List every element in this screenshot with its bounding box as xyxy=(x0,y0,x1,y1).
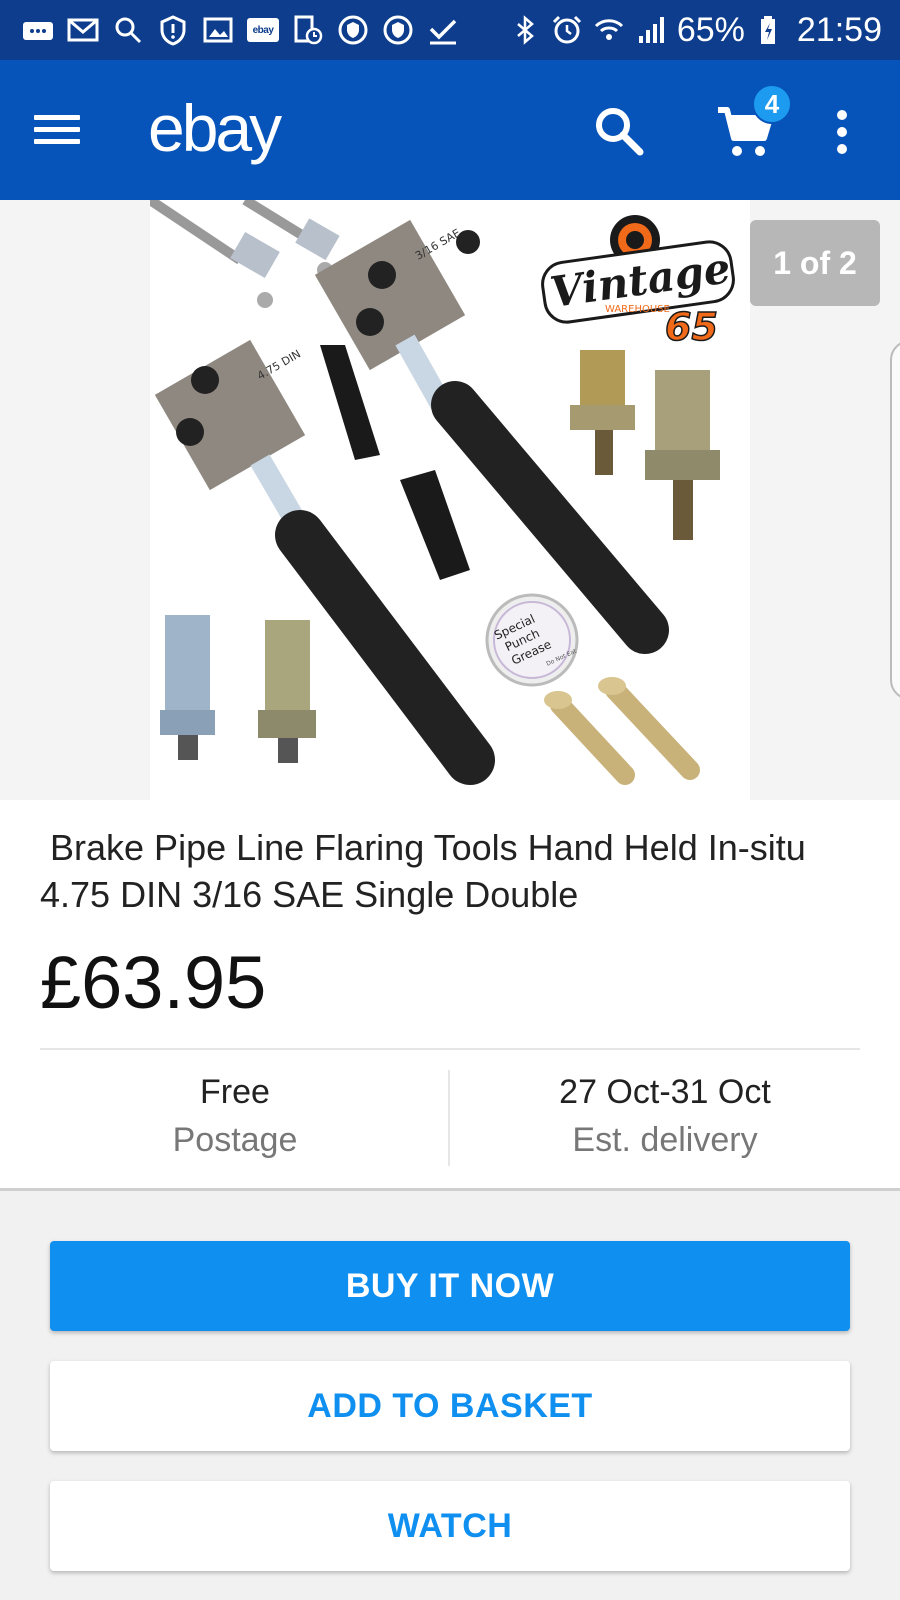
delivery-value: 27 Oct-31 Oct xyxy=(559,1073,771,1111)
delivery-label: Est. delivery xyxy=(572,1121,758,1159)
buy-it-now-button[interactable]: BUY IT NOW xyxy=(50,1241,850,1331)
gmail-icon xyxy=(67,14,99,46)
ebay-icon: ebay xyxy=(247,18,279,42)
app-bar: ebay xyxy=(0,60,900,200)
more-vert-icon xyxy=(837,110,847,120)
battery-percent: 65% xyxy=(676,11,745,49)
chat-icon xyxy=(22,14,54,46)
vpn-shield-icon xyxy=(382,14,414,46)
image-icon xyxy=(202,14,234,46)
search-icon xyxy=(112,14,144,46)
alarm-icon xyxy=(551,14,583,46)
signal-icon xyxy=(635,14,667,46)
item-details: Brake Pipe Line Flaring Tools Hand Held … xyxy=(0,800,900,1191)
clock: 21:59 xyxy=(796,11,882,49)
system-indicators: 65% 21:59 xyxy=(509,0,882,60)
postage-info: Free Postage xyxy=(30,1068,440,1164)
next-image-peek[interactable] xyxy=(890,340,900,700)
brand-logo-subtext: WAREHOUSE xyxy=(605,304,670,315)
status-bar: ebay 65% 21:59 xyxy=(0,0,900,60)
battery-charging-icon xyxy=(755,14,787,46)
item-title: Brake Pipe Line Flaring Tools Hand Held … xyxy=(40,827,816,915)
menu-icon xyxy=(34,115,80,120)
vpn-shield-icon xyxy=(337,14,369,46)
divider xyxy=(40,1048,860,1050)
menu-button[interactable] xyxy=(34,108,84,152)
device-clock-icon xyxy=(292,14,324,46)
postage-label: Postage xyxy=(172,1121,298,1159)
delivery-info: 27 Oct-31 Oct Est. delivery xyxy=(460,1068,870,1164)
search-icon xyxy=(596,108,644,156)
notification-icons: ebay xyxy=(22,14,459,46)
postage-value: Free xyxy=(200,1073,270,1111)
image-counter: 1 of 2 xyxy=(750,220,880,306)
alert-shield-icon xyxy=(157,14,189,46)
brand-logo-number: 65 xyxy=(665,305,718,349)
cart-count-badge: 4 xyxy=(752,84,792,124)
image-carousel[interactable]: 3/16 SAE 4.75 DIN Vintage WAREHOUSE 65 S… xyxy=(0,200,900,800)
product-illustration: 3/16 SAE 4.75 DIN Vintage WAREHOUSE 65 S… xyxy=(147,200,735,785)
ebay-logo[interactable]: ebay xyxy=(148,90,282,166)
add-to-basket-button[interactable]: ADD TO BASKET xyxy=(50,1361,850,1451)
section-divider xyxy=(0,1188,900,1191)
item-price: £63.95 xyxy=(40,941,267,1024)
search-button[interactable] xyxy=(592,104,646,158)
watch-button[interactable]: WATCH xyxy=(50,1481,850,1571)
product-image[interactable]: 3/16 SAE 4.75 DIN Vintage WAREHOUSE 65 S… xyxy=(147,200,750,800)
bluetooth-icon xyxy=(509,14,541,46)
overflow-menu-button[interactable] xyxy=(830,104,854,160)
check-icon xyxy=(427,14,459,46)
column-divider xyxy=(448,1070,450,1166)
wifi-icon xyxy=(593,14,625,46)
